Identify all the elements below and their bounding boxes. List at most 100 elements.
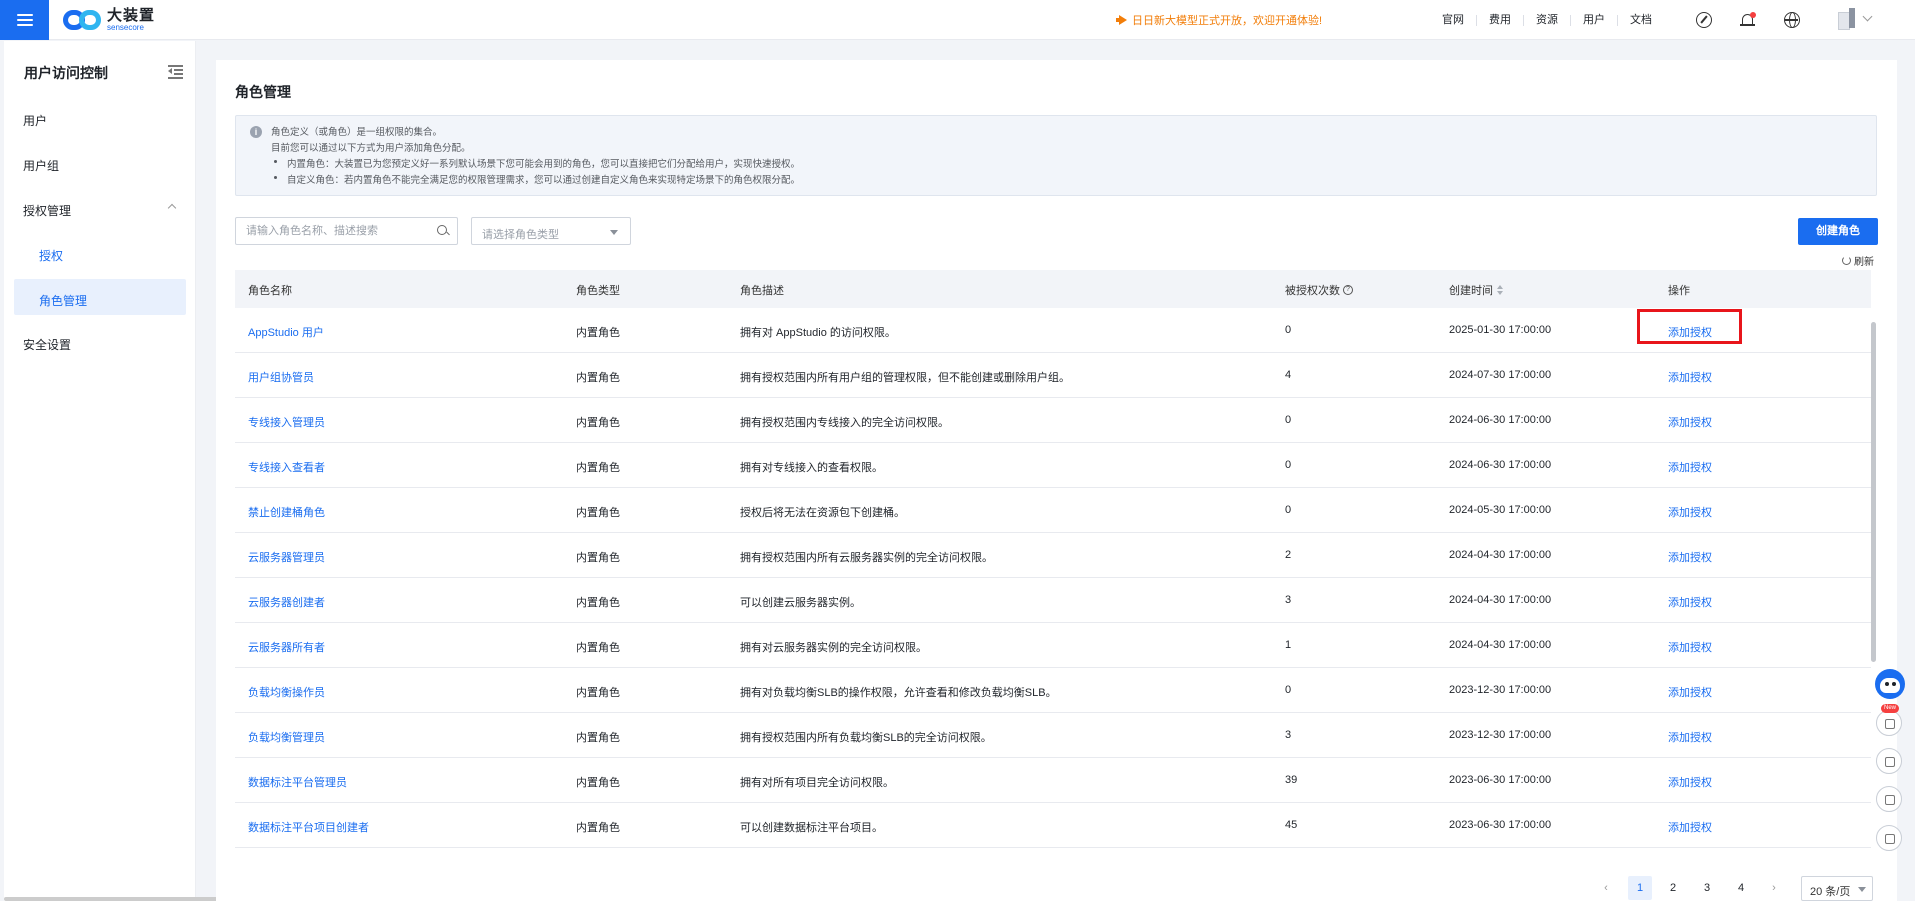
expand-icon[interactable] — [1876, 825, 1902, 851]
add-authorization-link[interactable]: 添加授权 — [1668, 414, 1712, 430]
compass-icon[interactable] — [1696, 12, 1712, 28]
role-type: 内置角色 — [576, 822, 620, 834]
sidebar-item-groups[interactable]: 用户组 — [23, 157, 59, 174]
role-name-link[interactable]: 云服务器所有者 — [248, 639, 325, 655]
role-name-link[interactable]: 负载均衡操作员 — [248, 684, 325, 700]
page-2[interactable]: 2 — [1661, 876, 1685, 900]
sidebar-item-users[interactable]: 用户 — [23, 112, 47, 129]
logo[interactable]: 大装置 sensecore — [63, 8, 155, 32]
vertical-scrollbar[interactable] — [1871, 322, 1876, 662]
role-name-link[interactable]: AppStudio 用户 — [248, 324, 324, 340]
bell-icon[interactable] — [1740, 12, 1756, 28]
page-3[interactable]: 3 — [1695, 876, 1719, 900]
search-icon[interactable] — [437, 225, 449, 237]
nav-users[interactable]: 用户 — [1571, 14, 1618, 26]
table-row: 数据标注平台项目创建者 内置角色 可以创建数据标注平台项目。 45 2023-06-30… — [235, 803, 1871, 848]
grant-count: 3 — [1285, 729, 1292, 741]
refresh-icon — [1842, 256, 1851, 265]
role-type: 内置角色 — [576, 327, 620, 339]
top-nav: 官网 费用 资源 用户 文档 — [1430, 0, 1664, 40]
role-name-link[interactable]: 云服务器创建者 — [248, 594, 325, 610]
announcement-link[interactable]: 日日新大模型正式开放，欢迎开通体验! — [1116, 12, 1322, 28]
role-type: 内置角色 — [576, 732, 620, 744]
grant-count: 39 — [1285, 774, 1298, 786]
logo-text-en: sensecore — [107, 22, 144, 32]
role-type: 内置角色 — [576, 597, 620, 609]
new-badge: New — [1881, 704, 1900, 713]
assistant-bot-icon[interactable] — [1875, 669, 1905, 699]
nav-official-site[interactable]: 官网 — [1430, 14, 1477, 26]
page-title: 角色管理 — [235, 84, 291, 100]
info-bullet-1: 内置角色：大装置已为您预定义好一系列默认场景下您可能会用到的角色，您可以直接把它… — [287, 159, 801, 170]
headset-icon[interactable] — [1876, 786, 1902, 812]
grant-count: 0 — [1285, 459, 1292, 471]
role-type: 内置角色 — [576, 687, 620, 699]
avatar[interactable] — [1834, 8, 1856, 32]
sort-icon[interactable] — [1497, 285, 1503, 295]
created-time: 2025-01-30 17:00:00 — [1449, 324, 1552, 336]
grant-count: 45 — [1285, 819, 1298, 831]
info-box: i 角色定义（或角色）是一组权限的集合。 目前您可以通过以下方式为用户添加角色分… — [235, 115, 1877, 196]
page-1[interactable]: 1 — [1628, 876, 1652, 900]
role-desc: 拥有授权范围内所有用户组的管理权限，但不能创建或删除用户组。 — [740, 372, 1070, 384]
add-authorization-link[interactable]: 添加授权 — [1668, 729, 1712, 745]
refresh-label: 刷新 — [1854, 257, 1874, 268]
info-line-2: 目前您可以通过以下方式为用户添加角色分配。 — [271, 143, 471, 154]
table-row: 负载均衡操作员 内置角色 拥有对负载均衡SLB的操作权限，允许查看和修改负载均衡SL… — [235, 668, 1871, 713]
globe-icon[interactable] — [1784, 12, 1800, 28]
megaphone-tool-icon[interactable] — [1876, 710, 1902, 736]
add-authorization-link[interactable]: 添加授权 — [1668, 324, 1712, 340]
grant-count: 1 — [1285, 639, 1292, 651]
help-icon[interactable]: ? — [1343, 285, 1353, 295]
sidebar-item-auth[interactable]: 授权 — [39, 247, 63, 264]
role-name-link[interactable]: 专线接入管理员 — [248, 414, 325, 430]
hourglass-icon[interactable] — [1876, 748, 1902, 774]
add-authorization-link[interactable]: 添加授权 — [1668, 774, 1712, 790]
created-time: 2024-04-30 17:00:00 — [1449, 639, 1552, 651]
nav-resources[interactable]: 资源 — [1524, 14, 1571, 26]
chevron-up-icon[interactable] — [167, 203, 177, 213]
add-authorization-link[interactable]: 添加授权 — [1668, 594, 1712, 610]
role-name-link[interactable]: 禁止创建桶角色 — [248, 504, 325, 520]
column-header-type: 角色类型 — [576, 285, 620, 297]
role-name-link[interactable]: 用户组协管员 — [248, 369, 314, 385]
role-desc: 拥有授权范围内所有云服务器实例的完全访问权限。 — [740, 552, 993, 564]
add-authorization-link[interactable]: 添加授权 — [1668, 684, 1712, 700]
logo-icon — [63, 8, 103, 32]
page-4[interactable]: 4 — [1729, 876, 1753, 900]
grant-count: 2 — [1285, 549, 1292, 561]
role-name-link[interactable]: 专线接入查看者 — [248, 459, 325, 475]
add-authorization-link[interactable]: 添加授权 — [1668, 459, 1712, 475]
next-page-button[interactable]: › — [1762, 876, 1786, 900]
created-time: 2023-12-30 17:00:00 — [1449, 729, 1552, 741]
refresh-button[interactable]: 刷新 — [1842, 253, 1874, 268]
column-header-created[interactable]: 创建时间 — [1449, 282, 1503, 298]
add-authorization-link[interactable]: 添加授权 — [1668, 639, 1712, 655]
nav-docs[interactable]: 文档 — [1618, 14, 1664, 26]
role-desc: 拥有对负载均衡SLB的操作权限，允许查看和修改负载均衡SLB。 — [740, 687, 1057, 699]
prev-page-button[interactable]: ‹ — [1594, 876, 1618, 900]
add-authorization-link[interactable]: 添加授权 — [1668, 819, 1712, 835]
create-role-button[interactable]: 创建角色 — [1798, 218, 1878, 245]
table-row: AppStudio 用户 内置角色 拥有对 AppStudio 的访问权限。 0 202… — [235, 308, 1871, 353]
role-name-link[interactable]: 云服务器管理员 — [248, 549, 325, 565]
sidebar-item-auth-mgmt[interactable]: 授权管理 — [23, 202, 71, 219]
megaphone-icon — [1116, 15, 1128, 25]
sidebar-item-security[interactable]: 安全设置 — [23, 336, 71, 353]
table-row: 专线接入查看者 内置角色 拥有对专线接入的查看权限。 0 2024-06-30 17:0… — [235, 443, 1871, 488]
menu-button[interactable] — [0, 0, 49, 40]
created-time: 2024-05-30 17:00:00 — [1449, 504, 1552, 516]
collapse-sidebar-icon[interactable] — [168, 65, 183, 79]
page-size-select[interactable]: 20 条/页 — [1801, 876, 1873, 901]
nav-billing[interactable]: 费用 — [1477, 14, 1524, 26]
role-name-link[interactable]: 负载均衡管理员 — [248, 729, 325, 745]
role-name-link[interactable]: 数据标注平台项目创建者 — [248, 819, 369, 835]
add-authorization-link[interactable]: 添加授权 — [1668, 504, 1712, 520]
add-authorization-link[interactable]: 添加授权 — [1668, 369, 1712, 385]
table-row: 云服务器所有者 内置角色 拥有对云服务器实例的完全访问权限。 1 2024-04-30 … — [235, 623, 1871, 668]
add-authorization-link[interactable]: 添加授权 — [1668, 549, 1712, 565]
sidebar-item-roles[interactable]: 角色管理 — [39, 292, 87, 309]
role-type-select[interactable]: 请选择角色类型 — [471, 217, 631, 245]
search-input[interactable] — [236, 218, 426, 244]
role-name-link[interactable]: 数据标注平台管理员 — [248, 774, 347, 790]
